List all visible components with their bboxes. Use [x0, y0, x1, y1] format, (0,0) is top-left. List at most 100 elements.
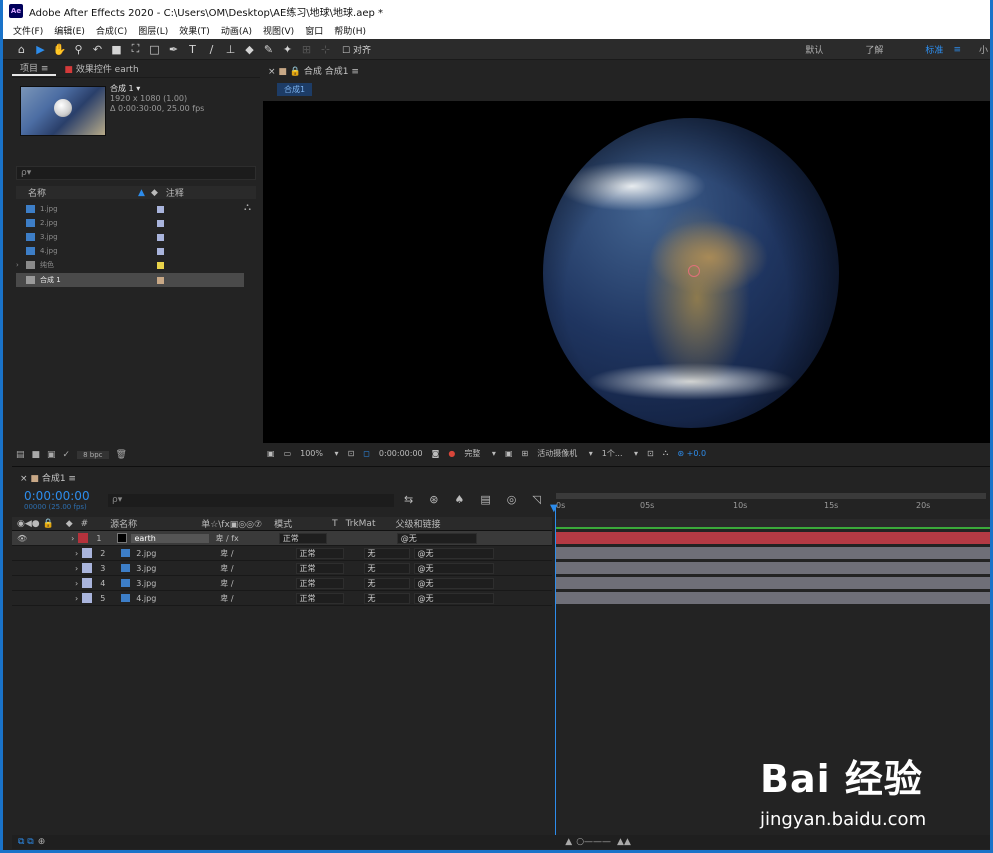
motion-blur-icon[interactable]: ◎ — [507, 493, 517, 506]
expand-arrow-icon[interactable]: › — [16, 261, 19, 269]
rectangle-icon[interactable]: □ — [146, 41, 163, 58]
hand-icon[interactable]: ✋ — [51, 41, 68, 58]
current-time-display[interactable]: 0:00:00:00 — [24, 489, 90, 503]
col-num[interactable]: # — [81, 519, 89, 529]
trkmat-dropdown[interactable]: 无 — [363, 577, 410, 589]
layer-label-swatch[interactable] — [82, 578, 93, 588]
eraser-icon[interactable]: ◆ — [241, 41, 258, 58]
layer-row[interactable]: › 2 2.jpg 卑 ∕ 正常 无 @ 无 — [12, 546, 552, 561]
puppet-pin-icon[interactable]: ✦ — [279, 41, 296, 58]
world-axis-icon[interactable]: ⊹ — [317, 41, 334, 58]
trkmat-dropdown[interactable]: 无 — [363, 547, 410, 559]
align-checkbox[interactable]: ☐ 对齐 — [342, 43, 371, 56]
menu-layer[interactable]: 图层(L) — [138, 24, 168, 37]
layer-name[interactable]: 3.jpg — [136, 579, 216, 588]
playhead-icon[interactable]: ▼ — [550, 503, 558, 514]
flowchart-icon[interactable]: ⛬ — [244, 202, 251, 213]
local-axis-icon[interactable]: ⊞ — [298, 41, 315, 58]
clone-stamp-icon[interactable]: ⊥ — [222, 41, 239, 58]
parent-dropdown[interactable]: @ 无 — [413, 547, 494, 559]
panel-menu-icon[interactable]: ≡ — [351, 67, 359, 77]
project-item[interactable]: 1.jpg — [16, 202, 244, 216]
zoom-slider[interactable]: ○——— — [576, 837, 611, 847]
layer-bar[interactable] — [556, 592, 990, 604]
roto-brush-icon[interactable]: ✎ — [260, 41, 277, 58]
layer-label-swatch[interactable] — [82, 593, 93, 603]
av-features-icon[interactable]: ◉◀● 🔒 — [17, 519, 54, 529]
menu-view[interactable]: 视图(V) — [263, 24, 294, 37]
mode-dropdown[interactable]: 正常 — [295, 547, 344, 559]
switch-icons[interactable]: 卑 ∕ — [220, 548, 233, 559]
label-color-swatch[interactable] — [157, 261, 164, 269]
parent-dropdown[interactable]: @ 无 — [396, 532, 477, 544]
switch-icons[interactable]: 卑 ∕ — [220, 578, 233, 589]
trash-icon[interactable]: 🗑 — [116, 450, 127, 460]
mode-dropdown[interactable]: 正常 — [295, 592, 344, 604]
comp-mini-flowchart-icon[interactable]: ⇆ — [404, 493, 413, 506]
close-icon[interactable]: × — [268, 67, 276, 77]
col-mode[interactable]: 模式 — [274, 517, 292, 530]
home-icon[interactable]: ⌂ — [13, 41, 30, 58]
zoom-icon[interactable]: ⚲ — [70, 41, 87, 58]
trkmat-dropdown[interactable]: 无 — [363, 562, 410, 574]
label-tag-icon[interactable]: ◆ — [151, 188, 158, 198]
always-preview-icon[interactable]: ▣ — [267, 449, 275, 458]
fast-preview-icon[interactable]: ⊡ — [647, 449, 654, 458]
project-item[interactable]: 2.jpg — [16, 216, 244, 230]
anchor-point-icon[interactable] — [688, 265, 700, 277]
layer-row[interactable]: 👁 › 1 earth 卑 ∕ fx 正常 @ 无 — [12, 531, 552, 546]
menu-composition[interactable]: 合成(C) — [96, 24, 127, 37]
project-item[interactable]: › 纯色 — [16, 258, 244, 272]
layer-bar[interactable] — [556, 562, 990, 574]
type-icon[interactable]: T — [184, 41, 201, 58]
expand-arrow-icon[interactable]: › — [75, 594, 78, 603]
flowchart-icon[interactable]: ⛬ — [663, 448, 669, 458]
layer-bar[interactable] — [556, 577, 990, 589]
workspace-learn[interactable]: 了解 — [865, 43, 883, 56]
mode-dropdown[interactable]: 正常 — [278, 532, 327, 544]
project-item[interactable]: 4.jpg — [16, 244, 244, 258]
mode-dropdown[interactable]: 正常 — [295, 577, 344, 589]
timeline-search-input[interactable]: ρ▾ — [108, 494, 394, 507]
mask-view-icon[interactable]: ▭ — [284, 449, 292, 458]
expand-arrow-icon[interactable]: › — [75, 564, 78, 573]
viewer-timecode[interactable]: 0:00:00:00 — [379, 449, 423, 458]
tab-timeline[interactable]: × ■ 合成1 ≡ — [20, 471, 76, 484]
pen-icon[interactable]: ✒ — [165, 41, 182, 58]
menu-animation[interactable]: 动画(A) — [221, 24, 252, 37]
layer-row[interactable]: › 4 3.jpg 卑 ∕ 正常 无 @ 无 — [12, 576, 552, 591]
expand-arrow-icon[interactable]: › — [71, 534, 74, 543]
layer-label-swatch[interactable] — [82, 548, 93, 558]
col-source-name[interactable]: 源名称 — [110, 517, 137, 530]
project-settings-icon[interactable]: ✓ — [63, 450, 71, 460]
workspace-small[interactable]: 小 — [979, 43, 988, 56]
channel-icon[interactable]: ● — [448, 449, 455, 458]
label-color-swatch[interactable] — [157, 276, 164, 284]
interpret-footage-icon[interactable]: ▤ — [16, 450, 25, 460]
parent-dropdown[interactable]: @ 无 — [413, 562, 494, 574]
tab-project[interactable]: 项目 ≡ — [12, 61, 57, 76]
label-color-swatch[interactable] — [157, 247, 164, 255]
switch-icons[interactable]: 卑 ∕ — [220, 563, 233, 574]
region-icon[interactable]: ▣ — [505, 449, 513, 458]
col-parent[interactable]: 父级和链接 — [395, 517, 440, 530]
workspace-standard[interactable]: 标准 — [925, 43, 943, 56]
parent-dropdown[interactable]: @ 无 — [413, 577, 494, 589]
graph-editor-icon[interactable]: ◹ — [532, 493, 540, 506]
expand-arrow-icon[interactable]: › — [75, 549, 78, 558]
fit-icon[interactable]: ⊡ — [348, 449, 355, 458]
eye-icon[interactable]: 👁 — [17, 534, 27, 543]
layer-name[interactable]: 4.jpg — [136, 594, 216, 603]
camera-dropdown[interactable]: 活动摄像机 ▾ — [537, 448, 593, 459]
time-ruler[interactable]: 0s 05s 10s 15s 20s — [552, 491, 990, 517]
col-trkmat[interactable]: TrkMat — [346, 519, 376, 529]
pan-behind-icon[interactable]: ⛶ — [127, 41, 144, 58]
camera-icon[interactable]: ■ — [108, 41, 125, 58]
layer-row[interactable]: › 5 4.jpg 卑 ∕ 正常 无 @ 无 — [12, 591, 552, 606]
exposure-icon[interactable]: ⊛ +0.0 — [677, 449, 715, 458]
shy-icon[interactable]: ♠ — [454, 493, 464, 506]
toggle-modes-icon[interactable]: ⊕ — [38, 837, 46, 847]
workspace-default[interactable]: 默认 — [805, 43, 823, 56]
lock-icon[interactable]: 🔒 — [290, 67, 301, 77]
draft-3d-icon[interactable]: ⊛ — [429, 493, 438, 506]
